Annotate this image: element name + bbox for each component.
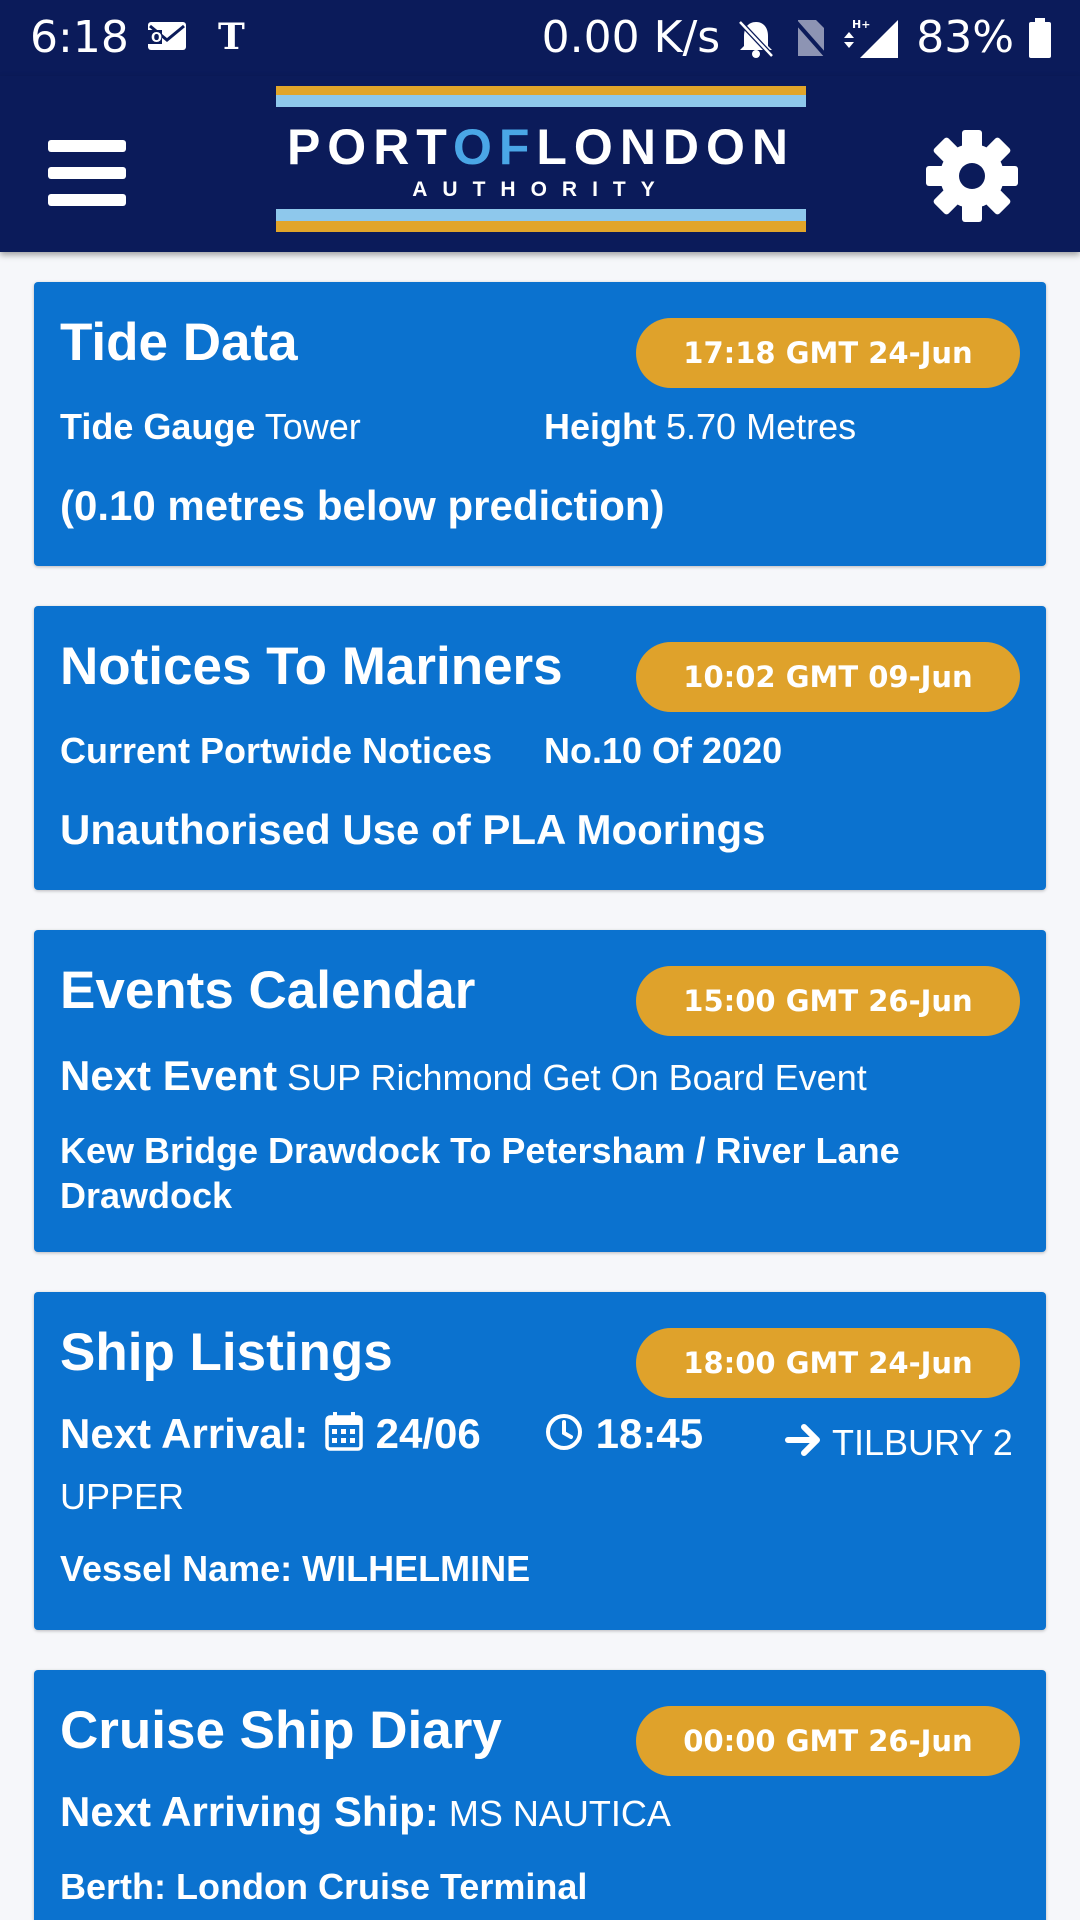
event-location: Kew Bridge Drawdock To Petersham / River… xyxy=(60,1130,900,1216)
prediction-note: (0.10 metres below prediction) xyxy=(60,482,665,529)
mail-notification-icon: O xyxy=(148,22,186,50)
card-title: Events Calendar xyxy=(60,961,476,1020)
events-card[interactable]: Events Calendar 15:00 GMT 26-Jun Next Ev… xyxy=(34,930,1046,1252)
notices-card[interactable]: Notices To Mariners 10:02 GMT 09-Jun Cur… xyxy=(34,606,1046,890)
svg-text:T: T xyxy=(218,16,245,56)
logo-subtitle: AUTHORITY xyxy=(412,178,670,201)
ship-listings-card[interactable]: Ship Listings 18:00 GMT 24-Jun Next Arri… xyxy=(34,1292,1046,1630)
logo-title: PORTOFLONDON xyxy=(286,119,796,175)
app-bar: PORTOFLONDON AUTHORITY xyxy=(0,76,1080,252)
arrow-right-icon xyxy=(785,1424,820,1456)
card-title: Notices To Mariners xyxy=(60,637,563,696)
battery-icon xyxy=(1029,17,1051,58)
timestamp-badge: 18:00 GMT 24-Jun xyxy=(636,1328,1020,1398)
tide-data-card[interactable]: Tide Data 17:18 GMT 24-Jun Tide Gauge To… xyxy=(34,282,1046,566)
port-of-london-logo: PORTOFLONDON AUTHORITY xyxy=(276,86,806,232)
next-arriving-ship: Next Arriving Ship: MS NAUTICA xyxy=(60,1788,671,1835)
hamburger-icon-bar xyxy=(48,194,126,206)
no-sim-icon xyxy=(794,19,828,57)
berth: Berth: London Cruise Terminal xyxy=(60,1866,588,1907)
settings-button[interactable] xyxy=(922,126,1022,226)
card-title: Tide Data xyxy=(60,313,298,372)
hamburger-icon-bar xyxy=(48,140,126,152)
notification-icons: O T xyxy=(146,16,252,56)
network-speed: 0.00 K/s xyxy=(541,12,721,63)
timestamp-badge: 17:18 GMT 24-Jun xyxy=(636,318,1020,388)
notice-headline: Unauthorised Use of PLA Moorings xyxy=(60,806,766,853)
signal-icon: H+ xyxy=(844,18,899,58)
hamburger-icon-bar xyxy=(48,167,126,179)
vessel-name: Vessel Name: WILHELMINE xyxy=(60,1548,531,1589)
timestamp-badge: 00:00 GMT 26-Jun xyxy=(636,1706,1020,1776)
news-notification-icon: T xyxy=(218,16,245,56)
card-title: Cruise Ship Diary xyxy=(60,1701,502,1760)
svg-text:O: O xyxy=(151,31,162,46)
status-right: 0.00 K/s H+ 83% xyxy=(542,12,1052,63)
current-notices-label: Current Portwide Notices xyxy=(60,730,493,771)
menu-button[interactable] xyxy=(48,140,126,206)
tide-height: Height 5.70 Metres xyxy=(544,406,857,447)
arrival-destination: TILBURY 2 UPPER xyxy=(60,1422,1013,1517)
next-event: Next Event SUP Richmond Get On Board Eve… xyxy=(60,1052,867,1099)
timestamp-badge: 10:02 GMT 09-Jun xyxy=(636,642,1020,712)
status-time: 6:18 xyxy=(30,12,129,63)
svg-text:H+: H+ xyxy=(852,18,870,31)
card-title: Ship Listings xyxy=(60,1323,393,1382)
battery-percent: 83% xyxy=(916,12,1014,63)
gear-icon xyxy=(926,130,1018,222)
timestamp-badge: 15:00 GMT 26-Jun xyxy=(636,966,1020,1036)
notice-number: No.10 Of 2020 xyxy=(544,730,783,771)
cruise-diary-card[interactable]: Cruise Ship Diary 00:00 GMT 26-Jun Next … xyxy=(34,1670,1046,1920)
status-bar: 6:18 O T 0.00 K/s H+ 83% xyxy=(0,0,1080,76)
bell-muted-icon xyxy=(738,19,775,58)
tide-gauge: Tide Gauge Tower xyxy=(60,406,361,447)
